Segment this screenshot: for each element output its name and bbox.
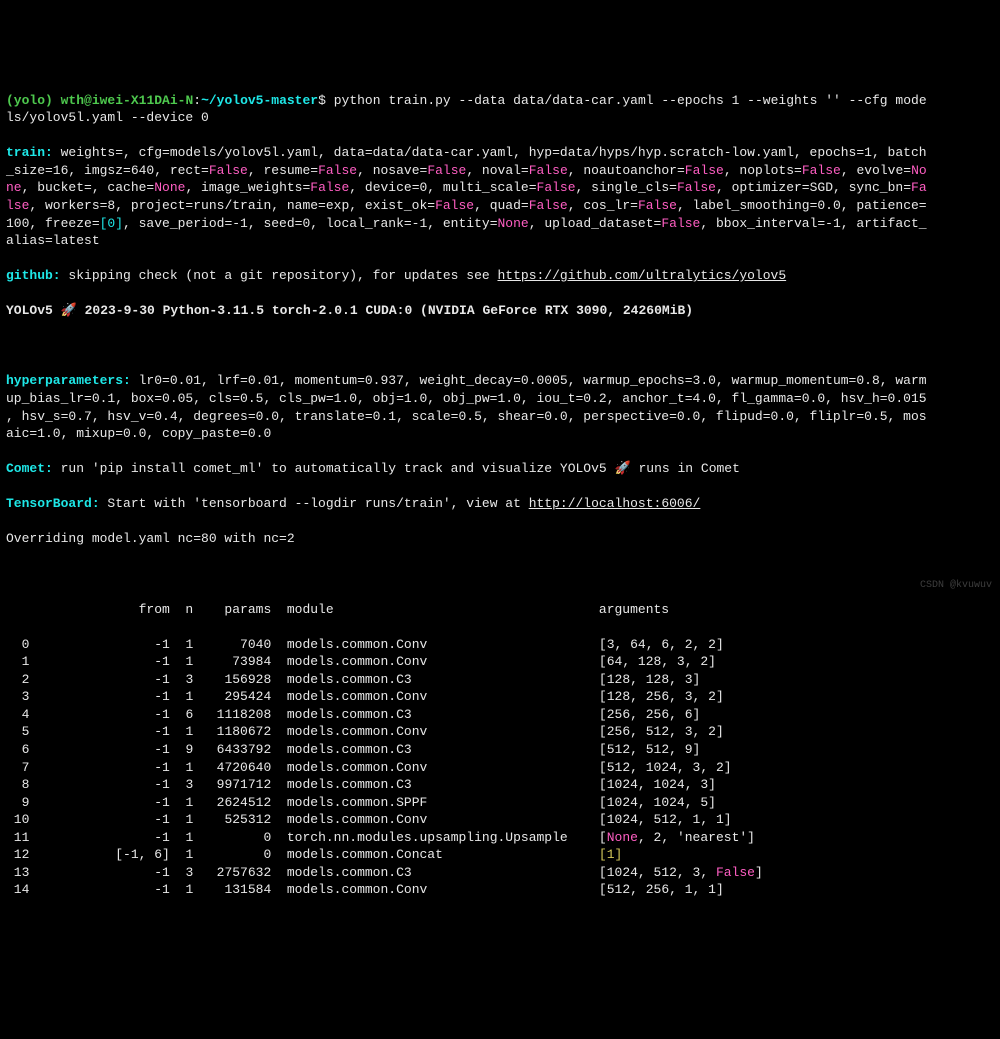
terminal-output[interactable]: (yolo) wth@iwei-X11DAi-N:~/yolov5-master…: [6, 74, 994, 916]
github-label: github:: [6, 268, 61, 283]
table-row: 0 -1 1 7040 models.common.Conv [3, 64, 6…: [6, 636, 994, 654]
table-row: 7 -1 1 4720640 models.common.Conv [512, …: [6, 759, 994, 777]
table-row: 12 [-1, 6] 1 0 models.common.Concat [1]: [6, 846, 994, 864]
tensorboard-label: TensorBoard:: [6, 496, 100, 511]
table-row: 9 -1 1 2624512 models.common.SPPF [1024,…: [6, 794, 994, 812]
cwd: ~/yolov5-master: [201, 93, 318, 108]
table-row: 5 -1 1 1180672 models.common.Conv [256, …: [6, 723, 994, 741]
table-row: 10 -1 1 525312 models.common.Conv [1024,…: [6, 811, 994, 829]
table-row: 3 -1 1 295424 models.common.Conv [128, 2…: [6, 688, 994, 706]
yolov5-version: YOLOv5 🚀 2023-9-30 Python-3.11.5 torch-2…: [6, 302, 994, 320]
table-header: from n params module arguments: [6, 601, 994, 619]
model-layers-table: 0 -1 1 7040 models.common.Conv [3, 64, 6…: [6, 636, 994, 899]
tensorboard-link[interactable]: http://localhost:6006/: [529, 496, 701, 511]
user-host: wth@iwei-X11DAi-N: [61, 93, 194, 108]
github-link[interactable]: https://github.com/ultralytics/yolov5: [497, 268, 786, 283]
train-label: train:: [6, 145, 53, 160]
table-row: 6 -1 9 6433792 models.common.C3 [512, 51…: [6, 741, 994, 759]
table-row: 4 -1 6 1118208 models.common.C3 [256, 25…: [6, 706, 994, 724]
comet-label: Comet:: [6, 461, 53, 476]
table-row: 1 -1 1 73984 models.common.Conv [64, 128…: [6, 653, 994, 671]
table-row: 13 -1 3 2757632 models.common.C3 [1024, …: [6, 864, 994, 882]
override-text: Overriding model.yaml nc=80 with nc=2: [6, 530, 994, 548]
table-row: 8 -1 3 9971712 models.common.C3 [1024, 1…: [6, 776, 994, 794]
env-prefix: (yolo): [6, 93, 53, 108]
table-row: 14 -1 1 131584 models.common.Conv [512, …: [6, 881, 994, 899]
table-row: 11 -1 1 0 torch.nn.modules.upsampling.Up…: [6, 829, 994, 847]
table-row: 2 -1 3 156928 models.common.C3 [128, 128…: [6, 671, 994, 689]
hyper-label: hyperparameters:: [6, 373, 131, 388]
watermark-right: CSDN @kvuwuv: [920, 579, 992, 593]
